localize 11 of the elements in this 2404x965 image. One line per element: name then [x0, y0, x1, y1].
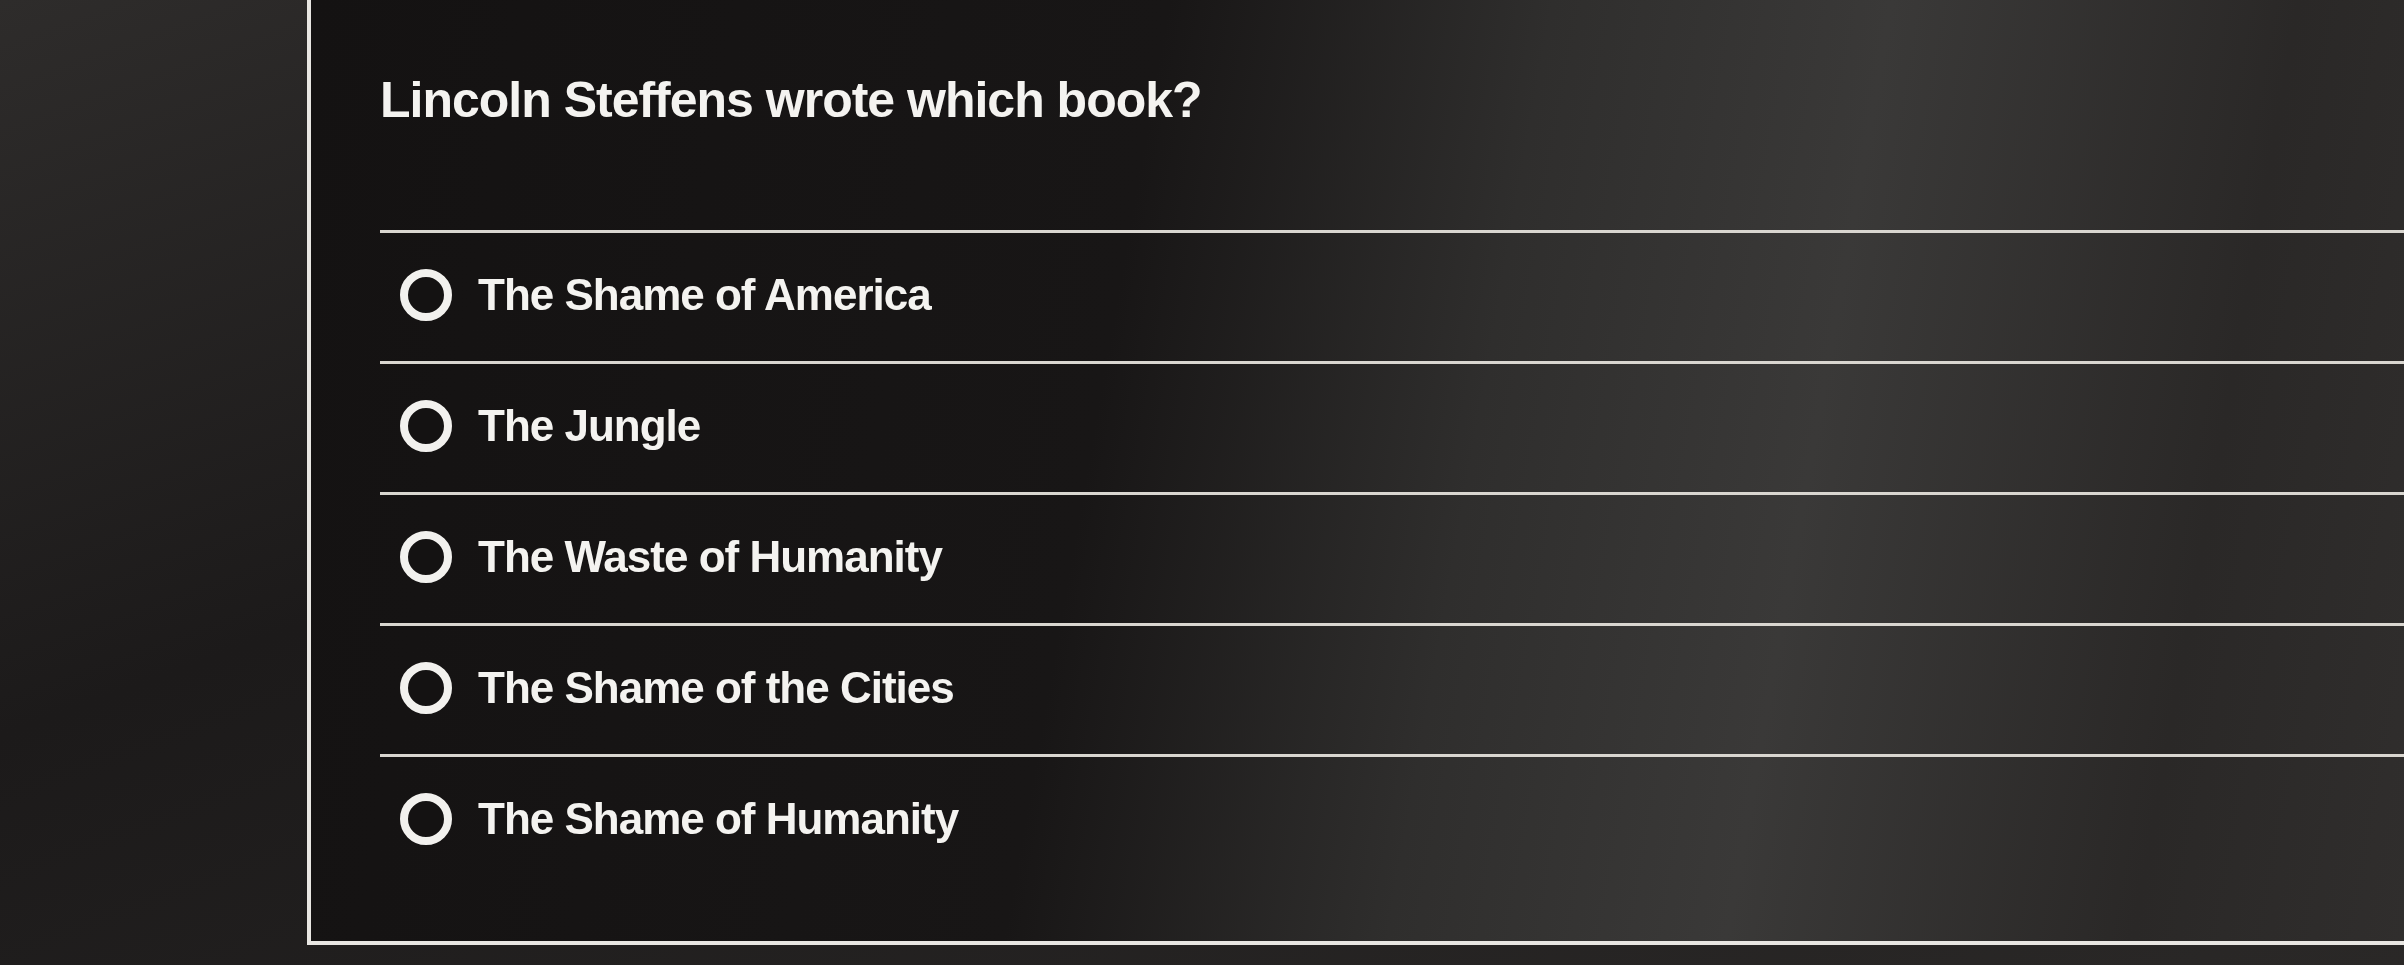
option-label: The Shame of Humanity — [478, 793, 959, 845]
radio-button[interactable] — [400, 662, 452, 714]
option-label: The Shame of America — [478, 269, 931, 321]
radio-button[interactable] — [400, 269, 452, 321]
radio-button[interactable] — [400, 400, 452, 452]
radio-button[interactable] — [400, 531, 452, 583]
option-label: The Waste of Humanity — [478, 531, 942, 583]
radio-button[interactable] — [400, 793, 452, 845]
option-label: The Jungle — [478, 400, 701, 452]
question-text: Lincoln Steffens wrote which book? — [380, 71, 1203, 130]
option-label: The Shame of the Cities — [478, 662, 954, 714]
